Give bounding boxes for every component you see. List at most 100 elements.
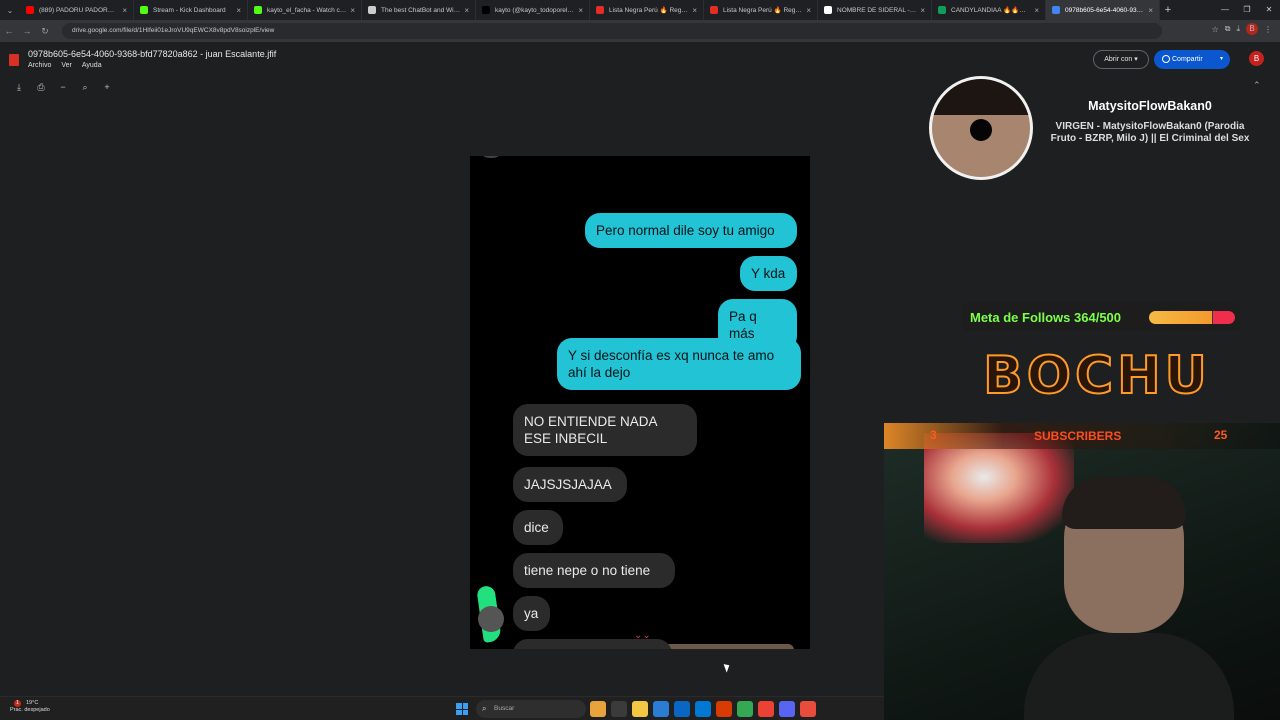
browser-tab[interactable]: Lista Negra Perú 🔥 Registro × (704, 0, 818, 20)
forward-icon[interactable]: → (18, 26, 36, 36)
account-avatar[interactable]: B (1249, 51, 1264, 66)
tab-title: The best ChatBot and Widget (381, 6, 461, 14)
chat-bubble-received: dice (513, 510, 563, 545)
taskbar-search[interactable]: ⌕ Buscar (476, 700, 586, 718)
download-icon[interactable]: ⤓ (10, 80, 28, 94)
tab-close-icon[interactable]: × (236, 6, 241, 15)
streamer (1024, 477, 1234, 720)
zoom-out-icon[interactable]: − (54, 80, 72, 94)
subscriber-count: 3 (930, 428, 937, 442)
tab-close-icon[interactable]: × (350, 6, 355, 15)
taskbar-app-icon[interactable] (632, 701, 648, 717)
file-header: 0978b605-6e54-4060-9368-bfd77820a862 - j… (0, 42, 1280, 76)
chat-bubble-received: tiene nepe o no tiene (513, 553, 675, 588)
channel-logo: BOCHU (966, 345, 1228, 407)
tab-close-icon[interactable]: × (578, 6, 583, 15)
zoom-icon[interactable]: ⌕ (76, 80, 94, 94)
tab-title: kayto_el_facha - Watch clips (267, 6, 347, 14)
tab-close-icon[interactable]: × (692, 6, 697, 15)
tab-favicon-icon (1052, 6, 1060, 14)
url-field[interactable]: drive.google.com/file/d/1HIfeii01eJroVU9… (62, 23, 1162, 39)
download-icon[interactable]: ⤓ (1236, 24, 1240, 34)
search-placeholder: Buscar (494, 705, 515, 712)
windows-taskbar: 1 19°C Prac. despejado ⌕ Buscar (0, 696, 884, 720)
tab-close-icon[interactable]: × (122, 6, 127, 15)
tab-strip: ⌄ (889) PADORU PADORU - Ken×Stream - Kic… (0, 0, 1280, 20)
follow-goal-widget: Meta de Follows 364/500 (962, 303, 1240, 331)
print-icon[interactable]: ⎙ (32, 80, 50, 94)
browser-tab[interactable]: 0978b605-6e54-4060-9368-b × (1046, 0, 1160, 20)
new-tab-button[interactable]: + (1160, 4, 1176, 16)
globe-icon (1162, 55, 1170, 63)
tab-close-icon[interactable]: × (464, 6, 469, 15)
browser-tab[interactable]: (889) PADORU PADORU - Ken × (20, 0, 134, 20)
photo-message-thumbnail (662, 644, 794, 649)
tab-title: 0978b605-6e54-4060-9368-b (1065, 6, 1145, 14)
tabs-container: (889) PADORU PADORU - Ken×Stream - Kick … (20, 0, 1160, 20)
chat-bubble-sent: Pero normal dile soy tu amigo (585, 213, 797, 248)
channel-logo-text: BOCHU (982, 345, 1211, 407)
follow-goal-progress-bar (1149, 311, 1235, 324)
open-with-button[interactable]: Abrir con ▾ (1093, 50, 1149, 69)
weather-widget[interactable]: 1 19°C Prac. despejado (10, 700, 50, 714)
share-button[interactable]: Compartir ▾ (1154, 50, 1230, 69)
taskbar-app-icon[interactable] (590, 701, 606, 717)
chat-bubble-received: ya (513, 596, 550, 631)
tab-favicon-icon (140, 6, 148, 14)
toolbar-right: ☆ ⧉ ⤓ B ⋮ (1212, 23, 1272, 35)
menu-ver[interactable]: Ver (61, 62, 72, 69)
menu-kebab-icon[interactable]: ⋮ (1264, 25, 1272, 34)
taskbar-app-icon[interactable] (716, 701, 732, 717)
browser-tab[interactable]: Stream - Kick Dashboard × (134, 0, 248, 20)
browser-tab[interactable]: Lista Negra Perú 🔥 Registro × (590, 0, 704, 20)
zoom-in-icon[interactable]: + (98, 80, 116, 94)
tab-title: Lista Negra Perú 🔥 Registro (609, 7, 689, 14)
chat-bubble-received: NO ENTIENDE NADA ESE INBECIL (513, 404, 697, 456)
menu-ayuda[interactable]: Ayuda (82, 62, 102, 69)
tab-search-chevron-icon[interactable]: ⌄ (0, 6, 20, 15)
browser-tab[interactable]: The best ChatBot and Widget × (362, 0, 476, 20)
collapse-chevron-icon[interactable]: ⌃ (1253, 80, 1261, 91)
tab-title: Lista Negra Perú 🔥 Registro (723, 7, 803, 14)
window-controls: — ❐ ✕ (1214, 0, 1280, 20)
tab-close-icon[interactable]: × (1034, 6, 1039, 15)
windows-start-icon[interactable] (456, 703, 468, 715)
taskbar-app-icon[interactable] (800, 701, 816, 717)
subscriber-label: SUBSCRIBERS (1034, 429, 1122, 443)
reload-icon[interactable]: ↻ (36, 26, 54, 37)
menu-archivo[interactable]: Archivo (28, 62, 51, 69)
maximize-icon[interactable]: ❐ (1236, 0, 1258, 20)
taskbar-app-icon[interactable] (737, 701, 753, 717)
back-icon[interactable]: ← (0, 26, 18, 36)
profile-face (932, 79, 1030, 177)
extensions-icon[interactable]: ⧉ (1225, 24, 1231, 34)
tab-favicon-icon (824, 6, 832, 14)
tab-favicon-icon (26, 6, 34, 14)
browser-tab[interactable]: NOMBRE DE SIDERAL - Busca × (818, 0, 932, 20)
tab-close-icon[interactable]: × (1148, 6, 1153, 15)
profile-black-dot (970, 119, 992, 141)
taskbar-app-icon[interactable] (779, 701, 795, 717)
tab-close-icon[interactable]: × (806, 6, 811, 15)
close-window-icon[interactable]: ✕ (1258, 0, 1280, 20)
share-dropdown-icon[interactable]: ▾ (1220, 50, 1223, 69)
notification-badge: 1 (14, 700, 21, 707)
now-playing-title: VIRGEN - MatysitoFlowBakan0 (Parodia Fru… (1050, 121, 1250, 144)
browser-tab[interactable]: kayto_el_facha - Watch clips × (248, 0, 362, 20)
tab-close-icon[interactable]: × (920, 6, 925, 15)
profile-icon[interactable]: B (1246, 23, 1258, 35)
minimize-icon[interactable]: — (1214, 0, 1236, 20)
tab-favicon-icon (938, 6, 946, 14)
contact-avatar (482, 156, 500, 158)
browser-tab[interactable]: CANDYLANDIAA 🔥🔥🔥🔥 × (932, 0, 1046, 20)
taskbar-app-icon[interactable] (674, 701, 690, 717)
bookmark-star-icon[interactable]: ☆ (1212, 25, 1219, 34)
taskbar-app-icon[interactable] (653, 701, 669, 717)
subscriber-goal-bar: 3 SUBSCRIBERS 25 (884, 423, 1280, 449)
browser-tab[interactable]: kayto (@kayto_todoporelchev × (476, 0, 590, 20)
profile-hair (932, 79, 1030, 115)
taskbar-app-icon[interactable] (695, 701, 711, 717)
taskbar-app-icon[interactable] (611, 701, 627, 717)
taskbar-app-icon[interactable] (758, 701, 774, 717)
chat-bubble-sent: Y kda (740, 256, 797, 291)
